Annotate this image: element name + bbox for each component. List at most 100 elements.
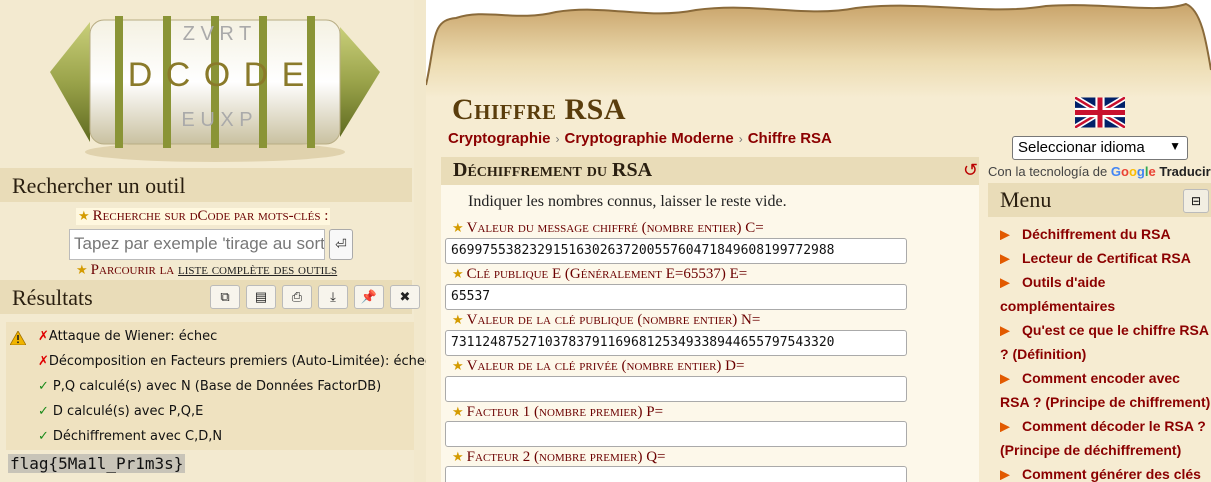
google-logo-letter: e: [1148, 164, 1156, 179]
field-label-d: ★ Valeur de la clé privée (nombre entier)…: [452, 358, 744, 375]
menu-item-label: Comment encoder avec RSA ? (Principe de …: [1000, 370, 1211, 410]
save-icon[interactable]: ▤: [246, 285, 276, 309]
field-label-c: ★ Valeur du message chiffré (nombre entie…: [452, 220, 764, 237]
star-icon: ★: [76, 262, 88, 277]
field-label-e: ★ Clé publique E (Généralement E=65537) E…: [452, 266, 747, 283]
search-enter-button[interactable]: ⏎: [329, 229, 353, 260]
results-toolbar: ⧉ ▤ ⎙ ⤓ 📌 ✖: [210, 285, 420, 309]
menu-item[interactable]: Lecteur de Certificat RSA: [1000, 246, 1211, 270]
field-label-text: Clé publique E (Généralement E=65537) E=: [466, 266, 748, 282]
star-icon: ★: [452, 220, 464, 235]
decrypted-output[interactable]: flag{5Ma1l_Pr1m3s}: [8, 454, 186, 473]
logo-row-main: D C O D E: [128, 56, 307, 94]
menu-item[interactable]: Comment décoder le RSA ? (Principe de dé…: [1000, 414, 1211, 462]
menu-item[interactable]: Qu'est ce que le chiffre RSA ? (Définiti…: [1000, 318, 1211, 366]
field-label-text: Facteur 1 (nombre premier) P=: [466, 404, 664, 420]
close-icon[interactable]: ✖: [390, 285, 420, 309]
menu-item-label: Comment générer des clés: [1022, 466, 1201, 482]
panel-title: Déchiffrement du RSA: [453, 159, 653, 181]
menu-title: Menu: [1000, 187, 1052, 212]
language-select-value: Seleccionar idioma: [1018, 139, 1145, 156]
private-key-input[interactable]: [445, 376, 907, 402]
keyword-search-link[interactable]: ★ Recherche sur dCode par mots-clés :: [76, 208, 331, 225]
arrow-bullet-icon: [1000, 230, 1010, 241]
print-icon[interactable]: ⎙: [282, 285, 312, 309]
breadcrumb-item[interactable]: Cryptographie Moderne: [565, 130, 734, 147]
modulus-input[interactable]: 7311248752710378379116968125349338944655…: [445, 330, 907, 356]
menu-item[interactable]: Déchiffrement du RSA: [1000, 222, 1211, 246]
menu-item[interactable]: Outils d'aide complémentaires: [1000, 270, 1211, 318]
powered-by-text: Con la tecnología de: [988, 164, 1108, 179]
uk-flag-icon[interactable]: [1075, 97, 1125, 128]
menu-item[interactable]: Comment générer des clés: [1000, 462, 1211, 482]
parchment-header-decoration: [426, 0, 1211, 98]
factor-p-input[interactable]: [445, 421, 907, 447]
result-text: Décomposition en Facteurs premiers (Auto…: [48, 354, 433, 369]
browse-tools-link[interactable]: ★ Parcourir la liste complète des outils: [76, 262, 337, 279]
breadcrumb-separator: ›: [555, 132, 560, 146]
fail-mark-icon: ✗: [38, 329, 49, 344]
search-section-title: Rechercher un outil: [0, 168, 412, 202]
field-label-text: Valeur de la clé publique (nombre entier…: [466, 312, 761, 328]
check-mark-icon: ✓: [38, 379, 49, 394]
arrow-bullet-icon: [1000, 278, 1010, 289]
star-icon: ★: [452, 358, 464, 373]
arrow-bullet-icon: [1000, 326, 1010, 337]
result-line: ✗Décomposition en Facteurs premiers (Aut…: [38, 354, 432, 369]
result-text: Déchiffrement avec C,D,N: [52, 429, 223, 444]
menu-item-label: Outils d'aide complémentaires: [1000, 274, 1116, 314]
result-line: ✓ Déchiffrement avec C,D,N: [38, 429, 222, 444]
search-input[interactable]: Tapez par exemple 'tirage au sort': [69, 229, 325, 260]
menu-item-label: Comment décoder le RSA ? (Principe de dé…: [1000, 418, 1206, 458]
intro-text: Indiquer les nombres connus, laisser le …: [468, 193, 787, 210]
results-box: ✗Attaque de Wiener: échec ✗Décomposition…: [6, 322, 432, 450]
reload-icon[interactable]: ↺: [963, 160, 978, 181]
arrow-bullet-icon: [1000, 254, 1010, 265]
dcode-logo[interactable]: Z V R T D C O D E E U X P: [45, 2, 385, 165]
breadcrumb: Cryptographie › Cryptographie Moderne › Chif…: [448, 130, 832, 147]
google-logo-letter: g: [1136, 164, 1145, 179]
copy-icon[interactable]: ⧉: [210, 285, 240, 309]
breadcrumb-separator: ›: [738, 132, 743, 146]
warning-icon: [10, 331, 26, 345]
star-icon: ★: [452, 404, 464, 419]
field-label-text: Facteur 2 (nombre premier) Q=: [466, 449, 666, 465]
check-mark-icon: ✓: [38, 429, 49, 444]
browse-link-text[interactable]: liste complète des outils: [178, 262, 337, 278]
result-line: ✓ P,Q calculé(s) avec N (Base de Données …: [38, 379, 381, 394]
arrow-bullet-icon: [1000, 470, 1010, 481]
left-sidebar: Z V R T D C O D E E U X P Rechercher un …: [0, 0, 432, 482]
language-select[interactable]: Seleccionar idioma ▼: [1012, 136, 1188, 160]
result-text: D calculé(s) avec P,Q,E: [52, 404, 204, 419]
arrow-bullet-icon: [1000, 374, 1010, 385]
factor-q-input[interactable]: [445, 466, 907, 482]
google-logo-letter: o: [1121, 164, 1129, 179]
google-logo-letter: o: [1128, 164, 1137, 179]
result-line: ✗Attaque de Wiener: échec: [38, 329, 217, 344]
fail-mark-icon: ✗: [38, 354, 49, 369]
google-logo-letter: G: [1110, 164, 1122, 179]
logo-row-top: Z V R T: [183, 23, 252, 45]
page-title: Chiffre RSA: [452, 93, 627, 126]
field-label-text: Valeur de la clé privée (nombre entier) …: [466, 358, 745, 374]
menu-item[interactable]: Comment encoder avec RSA ? (Principe de …: [1000, 366, 1211, 414]
star-icon: ★: [452, 312, 464, 327]
star-icon: ★: [78, 208, 90, 223]
breadcrumb-item[interactable]: Chiffre RSA: [748, 130, 832, 147]
breadcrumb-item[interactable]: Cryptographie: [448, 130, 551, 147]
browse-prefix: Parcourir la: [90, 262, 179, 278]
result-text: P,Q calculé(s) avec N (Base de Données F…: [52, 379, 382, 394]
menu-item-label: Déchiffrement du RSA: [1022, 226, 1171, 242]
pin-icon[interactable]: 📌: [354, 285, 384, 309]
keyword-search-label: Recherche sur dCode par mots-clés :: [92, 208, 329, 224]
download-icon[interactable]: ⤓: [318, 285, 348, 309]
collapse-menu-button[interactable]: ⊟: [1183, 189, 1209, 213]
translate-link[interactable]: Traducir: [1159, 164, 1210, 179]
field-label-p: ★ Facteur 1 (nombre premier) P=: [452, 404, 663, 421]
check-mark-icon: ✓: [38, 404, 49, 419]
ciphertext-input[interactable]: 6699755382329151630263720055760471849608…: [445, 238, 907, 264]
public-exponent-input[interactable]: 65537: [445, 284, 907, 310]
field-label-n: ★ Valeur de la clé publique (nombre entie…: [452, 312, 760, 329]
menu-item-label: Qu'est ce que le chiffre RSA ? (Définiti…: [1000, 322, 1209, 362]
menu-item-label: Lecteur de Certificat RSA: [1022, 250, 1191, 266]
